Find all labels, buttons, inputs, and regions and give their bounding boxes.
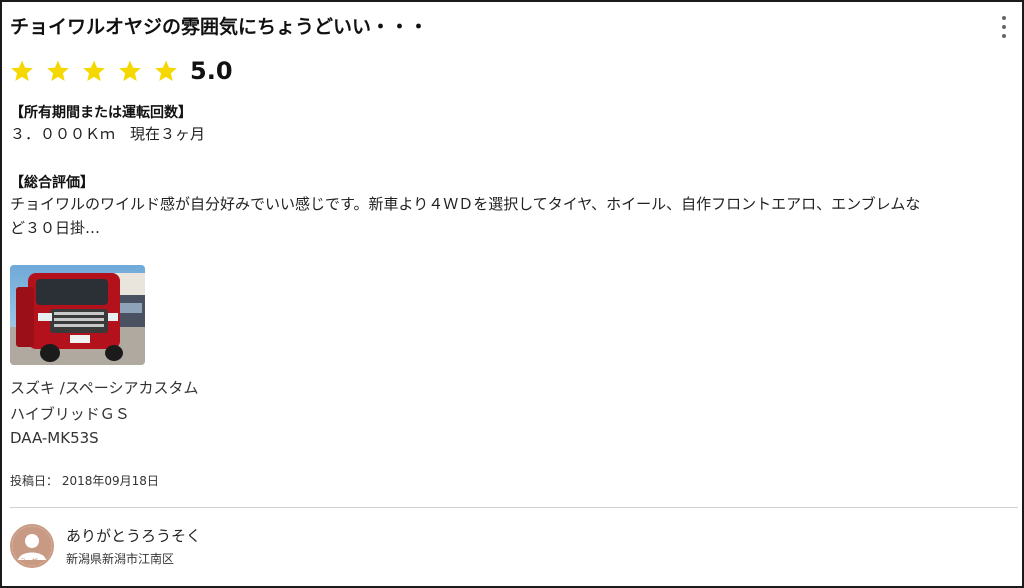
star-icon xyxy=(154,59,178,83)
divider xyxy=(10,507,1018,508)
car-photo-image xyxy=(10,265,145,365)
star-icon xyxy=(118,59,142,83)
posted-date: 2018年09月18日 xyxy=(61,474,159,488)
rating: 5.0 xyxy=(10,56,233,86)
avatar-label: ユーザー xyxy=(20,558,44,565)
review-title[interactable]: チョイワルオヤジの雰囲気にちょうどいい・・・ xyxy=(10,12,970,39)
user-name[interactable]: ありがとうろうそく xyxy=(66,525,201,546)
overall-text-line: ど３０日掛… xyxy=(10,219,101,237)
car-model-code: DAA-MK53S xyxy=(10,429,99,447)
avatar[interactable]: ユーザー xyxy=(10,524,54,568)
rating-score: 5.0 xyxy=(190,57,233,85)
ownership-label: 【所有期間または運転回数】 xyxy=(10,105,192,121)
car-grade: ハイブリッドＧＳ xyxy=(10,405,130,423)
more-vertical-icon[interactable] xyxy=(1000,16,1008,38)
menu-dot xyxy=(1002,34,1006,38)
overall-text: チョイワルのワイルド感が自分好みでいい感じです。新車より４ＷＤを選択してタイヤ、… xyxy=(10,192,1000,240)
overall-label: 【総合評価】 xyxy=(10,175,94,191)
menu-dot xyxy=(1002,25,1006,29)
user-avatar-icon: ユーザー xyxy=(12,526,52,566)
car-photo[interactable] xyxy=(10,265,145,365)
star-icon xyxy=(10,59,34,83)
star-icon xyxy=(82,59,106,83)
menu-dot xyxy=(1002,16,1006,20)
review-card: チョイワルオヤジの雰囲気にちょうどいい・・・ 5.0 【所有期間または運転回数】… xyxy=(0,0,1024,588)
star-icon xyxy=(46,59,70,83)
posted-label: 投稿日： xyxy=(10,474,59,488)
overall-text-line: チョイワルのワイルド感が自分好みでいい感じです。新車より４ＷＤを選択してタイヤ、… xyxy=(10,195,921,213)
user-location: 新潟県新潟市江南区 xyxy=(66,552,175,566)
car-make-model[interactable]: スズキ /スペーシアカスタム xyxy=(10,377,198,398)
ownership-value: ３．０００Ｋｍ 現在３ヶ月 xyxy=(10,125,206,143)
posted-date-row: 投稿日： 2018年09月18日 xyxy=(10,472,159,489)
